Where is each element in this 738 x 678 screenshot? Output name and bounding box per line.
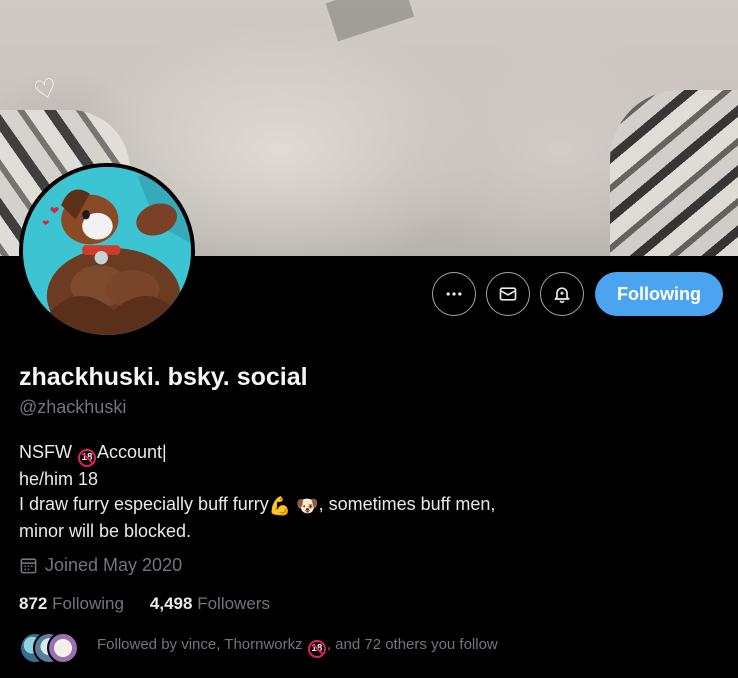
followers-label: Followers (197, 594, 270, 613)
bio-line-1: NSFW 18 Account| (19, 440, 709, 467)
following-count: 872 (19, 594, 48, 613)
followed-by-avatars (19, 632, 79, 664)
envelope-icon (499, 287, 517, 301)
followed-by-prefix: Followed by vince, Thornworkz (97, 636, 303, 653)
more-button[interactable] (432, 272, 476, 316)
profile-bio: NSFW 18 Account| he/him 18 I draw furry e… (19, 440, 709, 544)
banner-art-right (610, 90, 738, 256)
message-button[interactable] (486, 272, 530, 316)
more-horizontal-icon (446, 292, 462, 296)
joined-text: Joined May 2020 (45, 555, 183, 575)
profile-avatar[interactable]: ❤ ❤ (19, 163, 195, 339)
bio-nsfw-text: NSFW (19, 442, 72, 462)
followers-stat-link[interactable]: 4,498 Followers (150, 594, 270, 614)
calendar-icon (20, 558, 37, 574)
followed-by-link[interactable]: Followed by vince, Thornworkz 18, and 72… (19, 632, 498, 664)
user-handle: @zhackhuski (19, 397, 127, 417)
avatar-art: ❤ ❤ (23, 167, 191, 335)
svg-text:❤: ❤ (50, 206, 60, 218)
profile-actions: Following (432, 272, 723, 316)
adult-18-badge-icon: 18 (307, 640, 326, 658)
flexed-biceps-icon: 💪 (268, 496, 292, 516)
joined-date: Joined May 2020 (19, 555, 182, 576)
bio-line-3-suffix: , sometimes buff men, (318, 494, 496, 514)
followed-by-suffix: , and 72 others you follow (326, 636, 498, 653)
followed-by-text: Followed by vince, Thornworkz 18, and 72… (97, 636, 498, 658)
bell-icon (554, 287, 570, 304)
bio-line-3: I draw furry especially buff furry💪 🐶, s… (19, 492, 709, 519)
followers-count: 4,498 (149, 594, 193, 613)
banner-art-top (325, 0, 415, 42)
heart-icon: ♡ (30, 71, 61, 107)
bio-line-4: minor will be blocked. (19, 521, 192, 541)
dog-face-icon: 🐶 (296, 496, 319, 516)
follower-avatar (47, 632, 79, 664)
adult-18-badge-icon: 18 (78, 449, 97, 467)
following-button[interactable]: Following (595, 272, 723, 316)
bio-line-3-text: I draw furry especially buff furry (19, 494, 269, 514)
following-label: Following (52, 594, 124, 613)
display-name: zhackhuski. bsky. social (19, 363, 308, 391)
follow-stats: 872 Following 4,498 Followers (19, 594, 270, 614)
notifications-button[interactable] (540, 272, 584, 316)
bio-account-text: Account| (97, 442, 167, 462)
bio-line-2: he/him 18 (19, 469, 99, 489)
following-stat-link[interactable]: 872 Following (19, 594, 124, 614)
svg-text:❤: ❤ (42, 218, 49, 228)
